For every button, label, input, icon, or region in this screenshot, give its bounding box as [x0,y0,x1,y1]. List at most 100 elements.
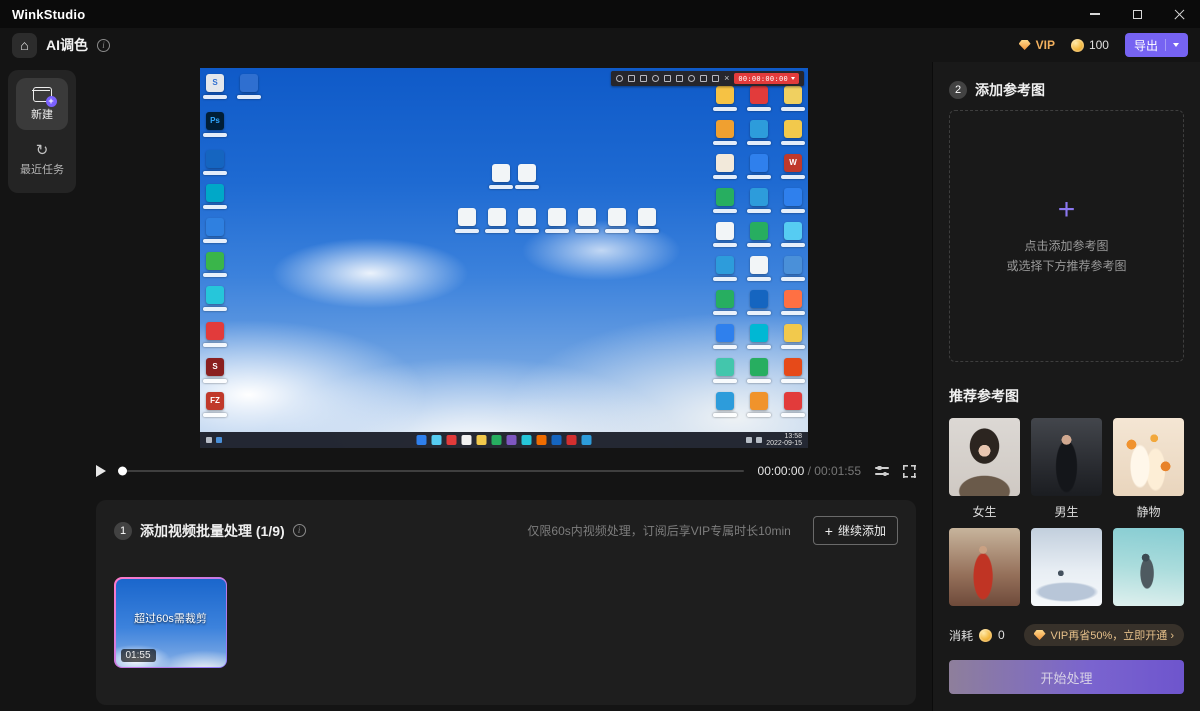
minimize-button[interactable] [1074,0,1116,28]
adjust-icon[interactable] [875,465,889,477]
desktop-icon [784,324,802,342]
video-preview: SPsSFZW × 00:00:00:00 13:58 2022-09-15 [200,68,808,448]
close-icon [1174,9,1185,20]
reference-thumb-girl[interactable] [949,418,1020,496]
desktop-icon [750,256,768,274]
desktop-icon [518,208,536,226]
start-processing-button[interactable]: 开始处理 [949,660,1184,694]
play-button[interactable] [96,465,106,477]
desktop-icon: Ps [206,112,224,130]
desktop-icon [750,392,768,410]
header: ⌂ AI调色 i VIP 100 导出 [0,28,1200,62]
reference-thumb-boy[interactable] [1031,418,1102,496]
coin-value: 100 [1089,38,1109,52]
desktop-icon [716,324,734,342]
batch-hint: 仅限60s内视频处理，订阅后享VIP专属时长10min [527,522,790,539]
taskbar-icon [492,435,502,445]
desktop-icon [784,392,802,410]
maximize-icon [1133,10,1142,19]
recorder-toolbar-icon [676,75,683,82]
tray-icon [746,437,752,443]
close-button[interactable] [1158,0,1200,28]
home-button[interactable]: ⌂ [12,33,37,58]
vip-promo-pill[interactable]: VIP再省50%，立即开通 › [1024,624,1184,646]
reference-label: 男生 [1031,503,1102,520]
recorder-toolbar-icon [700,75,707,82]
reference-thumb-still-life[interactable] [1113,418,1184,496]
gem-icon [1034,630,1046,640]
recorder-toolbar-icon [688,75,695,82]
vip-badge[interactable]: VIP [1019,38,1055,52]
desktop-icon [716,256,734,274]
recommended-title: 推荐参考图 [949,386,1184,406]
maximize-button[interactable] [1116,0,1158,28]
taskbar-icon [447,435,457,445]
chevron-down-icon [1173,43,1179,47]
recorder-toolbar-icon [628,75,635,82]
desktop-icon [488,208,506,226]
desktop-icon [716,392,734,410]
sidebar: 新建 ↻ 最近任务 [8,70,76,193]
desktop-icon [716,290,734,308]
desktop-icon [638,208,656,226]
desktop-icon [784,222,802,240]
taskbar-center-icons [417,435,592,445]
desktop-icon [750,120,768,138]
desktop-icon [750,154,768,172]
new-project-label: 新建 [31,106,53,122]
reference-thumb-snow[interactable] [1031,528,1102,606]
taskbar-icon [567,435,577,445]
upload-hint-line1: 点击添加参考图 [1006,237,1126,257]
reference-thumb-reaching[interactable] [1113,528,1184,606]
reference-grid: 女生 男生 静物 [949,418,1184,606]
total-time: 00:01:55 [814,464,861,478]
consume-label: 消耗 [949,627,973,644]
sidebar-item-new[interactable]: 新建 [16,78,68,130]
sidebar-item-recent-tasks[interactable]: ↻ 最近任务 [8,143,76,177]
recorder-toolbar-icon [712,75,719,82]
batch-panel: 1 添加视频批量处理 (1/9) i 仅限60s内视频处理，订阅后享VIP专属时… [96,500,916,705]
desktop-icon [716,358,734,376]
reference-panel-title: 添加参考图 [975,80,1045,100]
desktop-icon [716,120,734,138]
recorder-toolbar-icon [652,75,659,82]
history-icon: ↻ [36,143,49,158]
upload-hint: 点击添加参考图 或选择下方推荐参考图 [1006,237,1126,277]
recorder-close-icon: × [724,74,729,83]
add-reference-dropzone[interactable]: + 点击添加参考图 或选择下方推荐参考图 [949,110,1184,362]
coin-counter[interactable]: 100 [1071,38,1109,52]
plus-icon: + [1058,195,1076,225]
recent-tasks-label: 最近任务 [20,161,64,177]
recorder-toolbar-icon [616,75,623,82]
preview-taskbar: 13:58 2022-09-15 [200,432,808,448]
info-icon[interactable]: i [293,524,306,537]
new-project-icon [33,87,52,102]
taskbar-icon [432,435,442,445]
info-icon[interactable]: i [97,39,110,52]
taskbar-icon [477,435,487,445]
export-button[interactable]: 导出 [1125,33,1188,57]
desktop-icon [784,290,802,308]
desktop-icon [206,252,224,270]
current-time: 00:00:00 [758,464,805,478]
desktop-icon [784,358,802,376]
taskbar-left-icons [206,437,222,443]
desktop-icon [750,86,768,104]
export-separator [1165,39,1166,51]
add-more-button[interactable]: + 继续添加 [813,516,898,545]
coin-icon [1071,39,1084,52]
plus-icon: + [825,525,833,537]
player-controls: 00:00:00 / 00:01:55 [96,458,916,484]
reference-thumb-red-dress[interactable] [949,528,1020,606]
titlebar: WinkStudio [0,0,1200,28]
fullscreen-icon[interactable] [903,465,916,478]
home-icon: ⌂ [20,37,28,53]
taskbar-date: 2022-09-15 [766,440,802,448]
progress-knob[interactable] [118,467,127,476]
taskbar-time: 13:58 [766,433,802,441]
recorder-toolbar-icon [664,75,671,82]
video-clip-thumbnail[interactable]: 超过60s需裁剪 01:55 [114,577,227,668]
progress-track[interactable] [120,470,744,472]
taskbar-icon [417,435,427,445]
page-title: AI调色 [46,35,88,55]
